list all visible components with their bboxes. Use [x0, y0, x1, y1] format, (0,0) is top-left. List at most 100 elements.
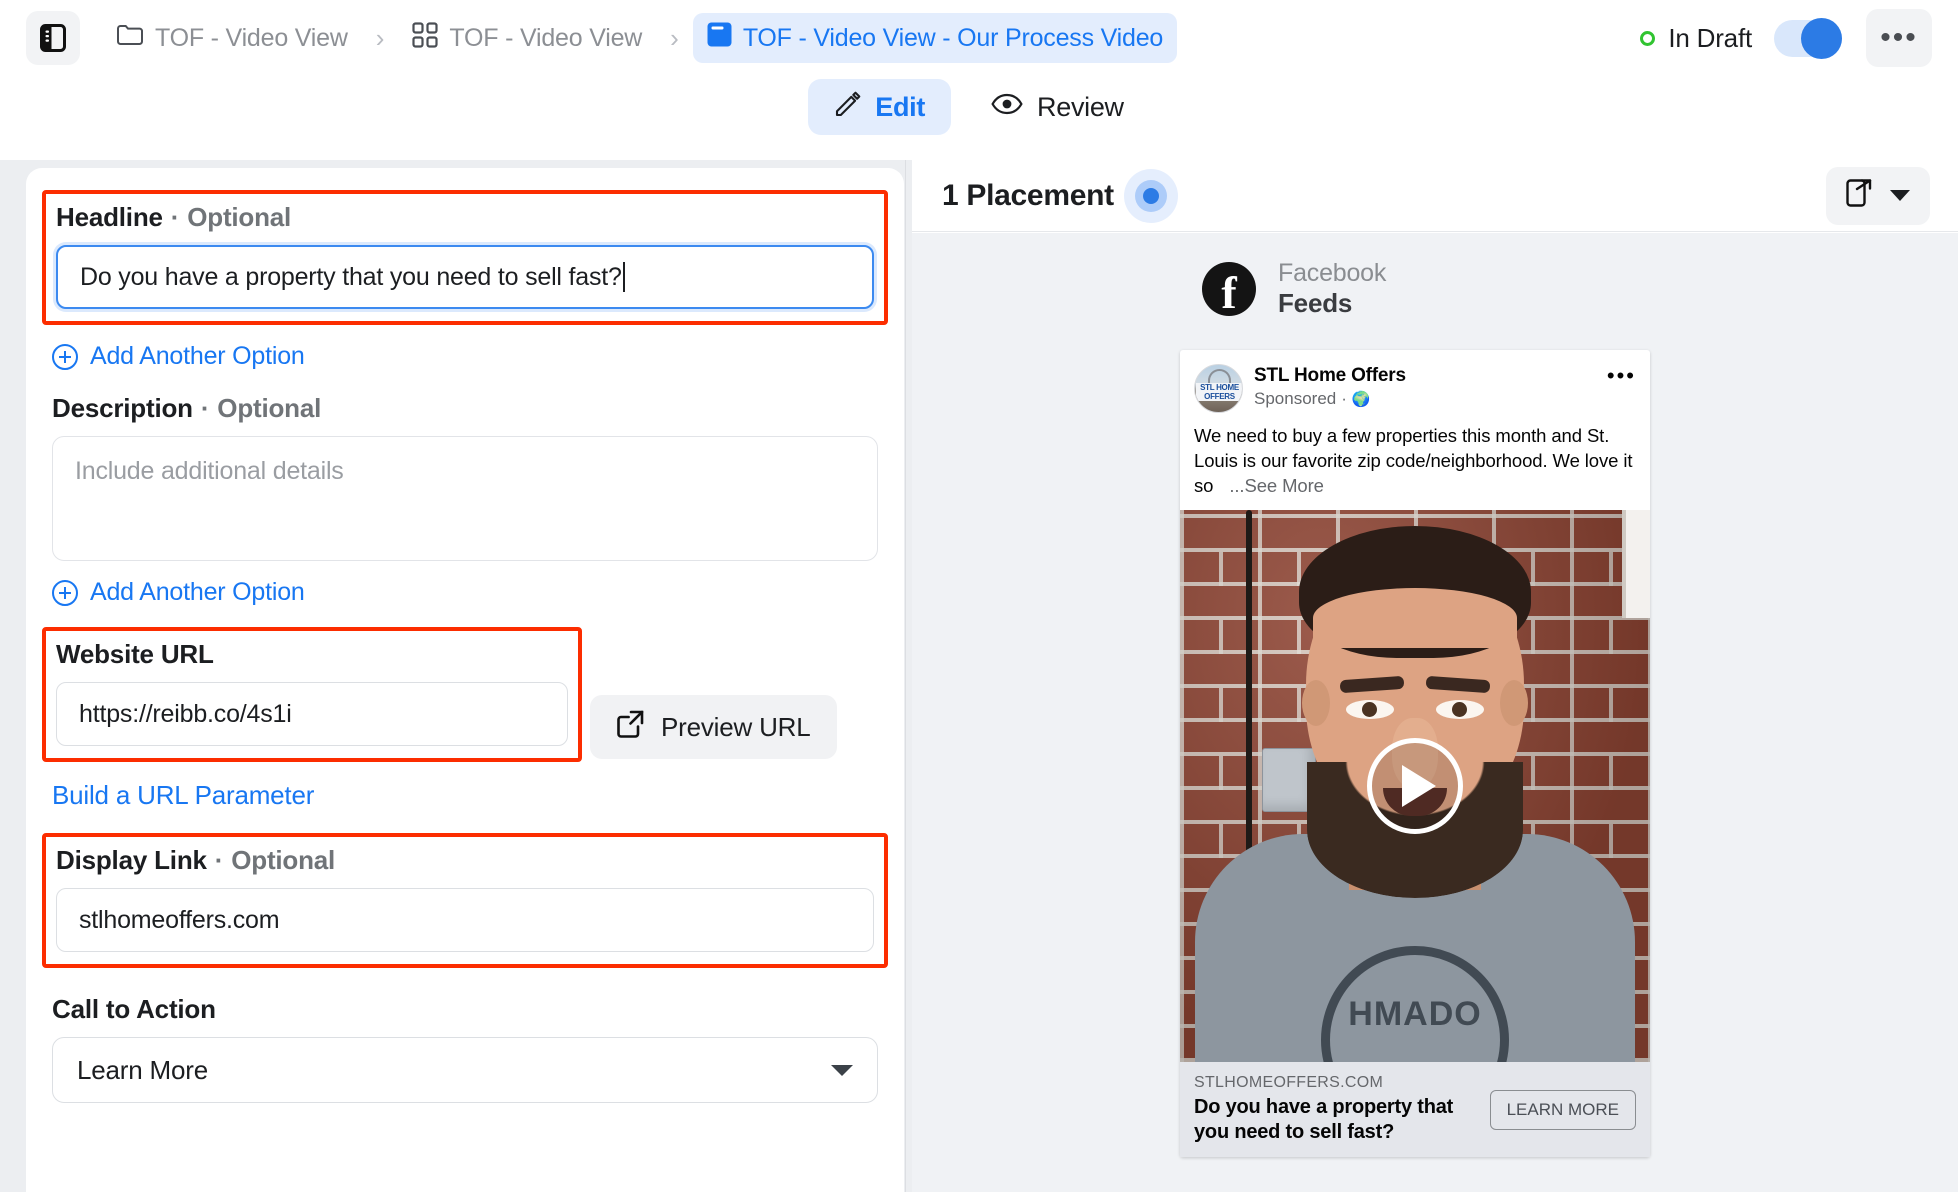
add-another-option-label: Add Another Option: [90, 578, 305, 606]
play-icon[interactable]: [1367, 738, 1463, 834]
ad-sponsored-label: Sponsored: [1254, 389, 1337, 408]
window-frame: [1622, 510, 1650, 618]
eye-icon: [991, 92, 1023, 123]
preview-url-button[interactable]: Preview URL: [590, 695, 837, 759]
headline-input[interactable]: Do you have a property that you need to …: [56, 245, 874, 309]
plus-circle-icon: [52, 579, 78, 606]
external-link-icon: [616, 710, 644, 745]
call-to-action-value: Learn More: [77, 1054, 208, 1085]
top-bar: TOF - Video View › TOF - Video View › TO…: [0, 0, 1958, 76]
headline-field-group: Headline · Optional Do you have a proper…: [42, 190, 888, 325]
ad-sponsored-separator: ·: [1341, 389, 1347, 408]
preview-canvas: f Facebook Feeds STL HOME OFFERS STL Hom…: [912, 233, 1958, 1192]
preview-url-label: Preview URL: [661, 711, 811, 742]
chevron-down-icon[interactable]: [1890, 190, 1910, 201]
breadcrumb-separator-icon: ›: [670, 22, 679, 53]
website-url-value: https://reibb.co/4s1i: [79, 699, 292, 728]
avatar: STL HOME OFFERS: [1194, 364, 1243, 413]
ad-menu-button[interactable]: •••: [1607, 364, 1636, 387]
display-link-optional-label: Optional: [231, 845, 336, 875]
tab-edit[interactable]: Edit: [808, 79, 952, 135]
breadcrumb-item-ad[interactable]: TOF - Video View - Our Process Video: [692, 13, 1178, 63]
breadcrumb-item-label: TOF - Video View - Our Process Video: [742, 23, 1164, 52]
text-cursor: [622, 262, 625, 292]
display-link-label-row: Display Link · Optional: [56, 845, 874, 876]
status-dot-icon: [1640, 30, 1656, 46]
call-to-action-field-group: Call to Action Learn More: [52, 994, 878, 1103]
breadcrumb-separator-icon: ›: [375, 22, 385, 53]
display-link-field-group: Display Link · Optional stlhomeoffers.co…: [42, 833, 888, 968]
ellipsis-icon: •••: [1880, 21, 1918, 54]
description-textarea[interactable]: Include additional details: [52, 436, 878, 561]
description-label-row: Description · Optional: [52, 393, 878, 424]
tab-review-label: Review: [1037, 91, 1124, 122]
description-label-separator: ·: [200, 393, 210, 423]
website-url-field-group: Website URL https://reibb.co/4s1i: [42, 627, 582, 762]
see-more-link[interactable]: ...See More: [1229, 475, 1324, 496]
headline-label-separator: ·: [170, 202, 180, 232]
platform-label: Facebook: [1278, 259, 1387, 287]
ad-footer-headline: Do you have a property that you need to …: [1194, 1096, 1454, 1143]
breadcrumb-item-label: TOF - Video View: [155, 23, 348, 52]
ad-cta-button[interactable]: LEARN MORE: [1489, 1089, 1636, 1130]
tab-review[interactable]: Review: [965, 81, 1150, 134]
ad-preview-panel: 1 Placement f Facebook Feeds STL HOME OF…: [912, 160, 1958, 1192]
add-another-option-headline[interactable]: Add Another Option: [52, 342, 878, 371]
chevron-down-icon: [831, 1064, 853, 1076]
sidebar-panel-icon[interactable]: [26, 11, 80, 65]
call-to-action-select[interactable]: Learn More: [52, 1037, 878, 1103]
ad-link-preview: STLHOMEOFFERS.COM Do you have a property…: [1180, 1062, 1650, 1157]
breadcrumb-item-label: TOF - Video View: [449, 23, 643, 52]
ad-editor-screen: TOF - Video View › TOF - Video View › TO…: [0, 0, 1958, 1192]
folder-icon: [116, 23, 144, 54]
display-link-input[interactable]: stlhomeoffers.com: [56, 888, 874, 952]
avatar-line1: STL HOME: [1196, 383, 1242, 392]
display-link-label: Display Link: [56, 845, 207, 875]
website-url-input[interactable]: https://reibb.co/4s1i: [56, 682, 568, 746]
ad-sponsored-row: Sponsored · 🌍: [1254, 389, 1406, 409]
shirt-print-text: HMADO: [1348, 995, 1482, 1033]
placement-actions-button[interactable]: [1826, 166, 1930, 225]
ad-document-icon: [707, 22, 732, 54]
status-badge: In Draft: [1640, 23, 1752, 54]
breadcrumb: TOF - Video View › TOF - Video View › TO…: [102, 13, 1178, 64]
status-label: In Draft: [1668, 22, 1752, 53]
display-link-label-separator: ·: [214, 845, 224, 875]
breadcrumb-item-folder[interactable]: TOF - Video View: [102, 14, 362, 63]
placement-count-label: 1 Placement: [942, 178, 1114, 212]
ad-card-header: STL HOME OFFERS STL Home Offers Sponsore…: [1180, 350, 1650, 421]
publish-toggle[interactable]: [1774, 17, 1842, 59]
grid-icon: [412, 21, 439, 55]
main-content: Headline · Optional Do you have a proper…: [0, 160, 1958, 1192]
website-url-label: Website URL: [56, 639, 214, 669]
cable: [1246, 510, 1252, 870]
display-link-value: stlhomeoffers.com: [79, 905, 280, 934]
ad-display-domain: STLHOMEOFFERS.COM: [1194, 1074, 1384, 1091]
headline-label: Headline: [56, 202, 163, 232]
pulse-indicator-icon: [1123, 168, 1178, 223]
toggle-knob: [1801, 17, 1842, 59]
globe-icon: 🌍: [1351, 391, 1371, 408]
plus-circle-icon: [52, 343, 78, 370]
pane-divider: [905, 160, 906, 1192]
breadcrumb-item-grid[interactable]: TOF - Video View: [398, 13, 656, 64]
website-url-row: Website URL https://reibb.co/4s1i Previe…: [42, 627, 878, 762]
ad-body-text: We need to buy a few properties this mon…: [1180, 421, 1650, 510]
description-label: Description: [52, 393, 193, 423]
avatar-line2: OFFERS: [1196, 392, 1242, 401]
headline-input-value: Do you have a property that you need to …: [80, 262, 622, 291]
description-optional-label: Optional: [217, 393, 322, 423]
placement-platform-header: f Facebook Feeds: [1202, 259, 1958, 319]
view-tabs: Edit Review: [0, 76, 1958, 138]
build-url-parameter-link[interactable]: Build a URL Parameter: [52, 780, 878, 811]
facebook-icon: f: [1202, 262, 1256, 318]
headline-label-row: Headline · Optional: [56, 202, 874, 233]
add-another-option-description[interactable]: Add Another Option: [52, 578, 878, 607]
facebook-ad-card: STL HOME OFFERS STL Home Offers Sponsore…: [1180, 350, 1650, 1157]
headline-optional-label: Optional: [187, 202, 292, 232]
open-external-icon[interactable]: [1846, 179, 1872, 212]
top-bar-actions: In Draft •••: [1640, 9, 1932, 67]
more-options-button[interactable]: •••: [1866, 9, 1932, 67]
ad-page-meta: STL Home Offers Sponsored · 🌍: [1254, 364, 1406, 409]
ad-video-thumbnail[interactable]: HMADO: [1180, 510, 1650, 1062]
